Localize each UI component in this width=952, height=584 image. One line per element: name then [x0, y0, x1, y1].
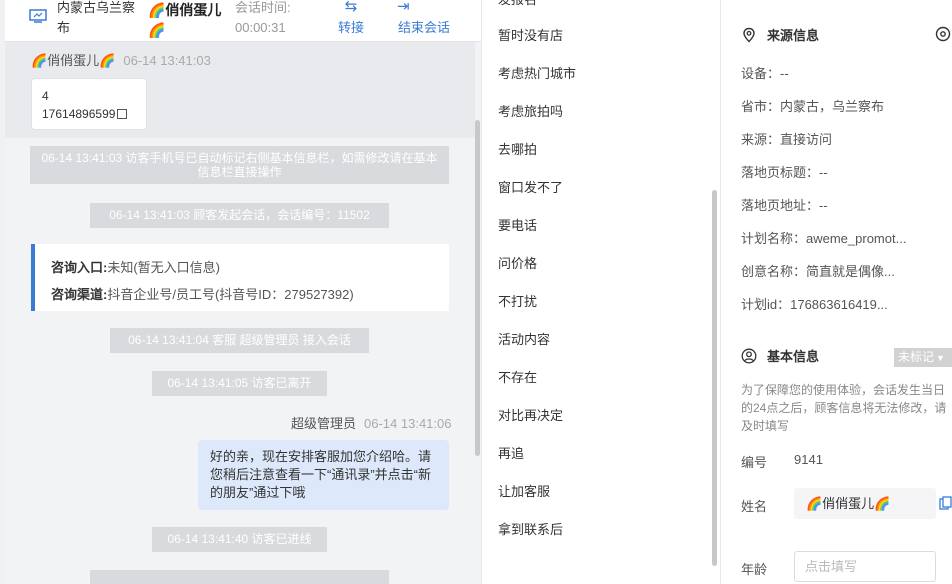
settings-icon[interactable]: [934, 25, 952, 43]
quick-reply-item[interactable]: 要电话: [498, 217, 537, 235]
quick-reply-item[interactable]: 再追: [498, 445, 524, 463]
name-label: 姓名: [741, 499, 768, 514]
quick-reply-item[interactable]: 活动内容: [498, 331, 550, 349]
device-row: 设备：--: [741, 66, 789, 81]
quick-reply-item[interactable]: 问价格: [498, 255, 537, 273]
plan-id-row: 计划id：176863616419...: [741, 297, 888, 312]
age-input[interactable]: [794, 551, 936, 582]
chat-panel: 内蒙古乌兰察布 🌈俏俏蛋儿🌈 会话时间: 00:00:31 ⇆ 转接 ⇥ 结束会…: [5, 0, 481, 584]
name-field[interactable]: 🌈俏俏蛋儿🌈: [794, 488, 936, 519]
visitor-info-panel: 来源信息 设备：-- 省市：内蒙古，乌兰察布 来源：直接访问 落地页标题：-- …: [721, 0, 952, 584]
chat-scrollbar[interactable]: [475, 120, 480, 456]
quick-reply-item[interactable]: 考虑旅拍吗: [498, 103, 563, 121]
end-session-button[interactable]: ⇥ 结束会话: [393, 0, 455, 40]
quick-reply-item[interactable]: 不打扰: [498, 293, 537, 311]
sender-name: 超级管理员: [291, 416, 357, 431]
age-label: 年龄: [741, 562, 768, 577]
plan-name-row: 计划名称：aweme_promot...: [741, 231, 907, 246]
message-timestamp: 06-14 13:41:03: [123, 53, 211, 68]
transfer-icon: ⇆: [344, 0, 358, 15]
visitor-message-bubble: 4 17614896599: [31, 78, 147, 130]
quick-reply-item[interactable]: 发报名: [498, 0, 537, 9]
message-line: 4: [42, 89, 49, 103]
quick-reply-item[interactable]: 考虑热门城市: [498, 65, 576, 83]
quick-reply-item[interactable]: 不存在: [498, 369, 537, 387]
creative-name-row: 创意名称：简直就是偶像...: [741, 264, 895, 279]
session-time-label: 会话时间:: [235, 0, 291, 15]
system-message: 06-14 13:41:03 访客手机号已自动标记右侧基本信息栏，如需修改请在基…: [30, 146, 449, 184]
app-root: 内蒙古乌兰察布 🌈俏俏蛋儿🌈 会话时间: 00:00:31 ⇆ 转接 ⇥ 结束会…: [0, 0, 952, 584]
number-label: 编号: [741, 455, 768, 470]
mark-status-dropdown[interactable]: 未标记 ▼: [894, 348, 952, 367]
channel-value: 抖音企业号/员工号(抖音号ID：279527392): [107, 287, 354, 302]
system-message: 06-14 13:41:40 访客已进线: [152, 527, 327, 552]
system-message: 06-14 13:41:05 访客已离开: [152, 371, 327, 396]
agent-message-header: 超级管理员 06-14 13:41:06: [291, 415, 451, 433]
session-time-value: 00:00:31: [235, 20, 286, 35]
agent-message-bubble: 好的亲，现在安排客服加您介绍哈。请您稍后注意查看一下“通讯录”并点击“新的朋友”…: [198, 440, 449, 510]
source-row: 来源：直接访问: [741, 132, 833, 147]
caret-down-icon: ▼: [936, 353, 945, 363]
visitor-name: 🌈俏俏蛋儿🌈: [148, 2, 222, 38]
copy-icon[interactable]: [117, 109, 128, 119]
quick-reply-item[interactable]: 暂时没有店: [498, 27, 563, 45]
consult-info-card: 咨询入口:未知(暂无入口信息) 咨询渠道:抖音企业号/员工号(抖音号ID：279…: [31, 244, 449, 311]
exit-icon: ⇥: [397, 0, 410, 15]
source-info-title: 来源信息: [767, 28, 820, 43]
quick-reply-item[interactable]: 拿到联系后: [498, 521, 563, 539]
location-pin-icon: [743, 27, 755, 43]
sender-name: 🌈俏俏蛋儿🌈: [31, 53, 116, 68]
system-message-partial: [90, 570, 389, 584]
channel-label: 咨询渠道:: [51, 287, 108, 302]
basic-info-title: 基本信息: [767, 349, 820, 364]
province-row: 省市：内蒙古，乌兰察布: [741, 99, 885, 114]
copy-icon[interactable]: [939, 496, 952, 511]
entry-label: 咨询入口:: [51, 260, 108, 275]
landing-title-row: 落地页标题：--: [741, 165, 828, 180]
user-circle-icon: [741, 348, 757, 364]
edit-notice: 为了保障您的使用体验，会话发生当日的24点之后，顾客信息将无法修改，请及时填写: [741, 383, 947, 433]
visitor-location: 内蒙古乌兰察布: [57, 0, 136, 35]
landing-url-row: 落地页地址：--: [741, 198, 828, 213]
visitor-message-header: 🌈俏俏蛋儿🌈 06-14 13:41:03: [31, 52, 211, 70]
chat-header: 内蒙古乌兰察布 🌈俏俏蛋儿🌈 会话时间: 00:00:31 ⇆ 转接 ⇥ 结束会…: [5, 0, 481, 42]
quick-reply-item[interactable]: 对比再决定: [498, 407, 563, 425]
phone-number: 17614896599: [42, 107, 116, 121]
quick-reply-item[interactable]: 让加客服: [498, 483, 550, 501]
system-message: 06-14 13:41:03 顾客发起会话，会话编号：11502: [90, 203, 389, 228]
number-value: 9141: [794, 452, 823, 467]
system-message: 06-14 13:41:04 客服 超级管理员 接入会话: [110, 328, 369, 353]
entry-value: 未知(暂无入口信息): [107, 260, 221, 275]
quick-reply-scrollbar[interactable]: [712, 190, 717, 566]
quick-reply-panel: 发报名 暂时没有店 考虑热门城市 考虑旅拍吗 去哪拍 窗口发不了 要电话 问价格…: [481, 0, 721, 584]
monitor-icon: [29, 9, 47, 23]
mark-status-label: 未标记: [898, 350, 935, 364]
quick-reply-item[interactable]: 窗口发不了: [498, 179, 563, 197]
quick-reply-item[interactable]: 去哪拍: [498, 141, 537, 159]
message-timestamp: 06-14 13:41:06: [364, 416, 452, 431]
transfer-button[interactable]: ⇆ 转接: [331, 0, 371, 40]
